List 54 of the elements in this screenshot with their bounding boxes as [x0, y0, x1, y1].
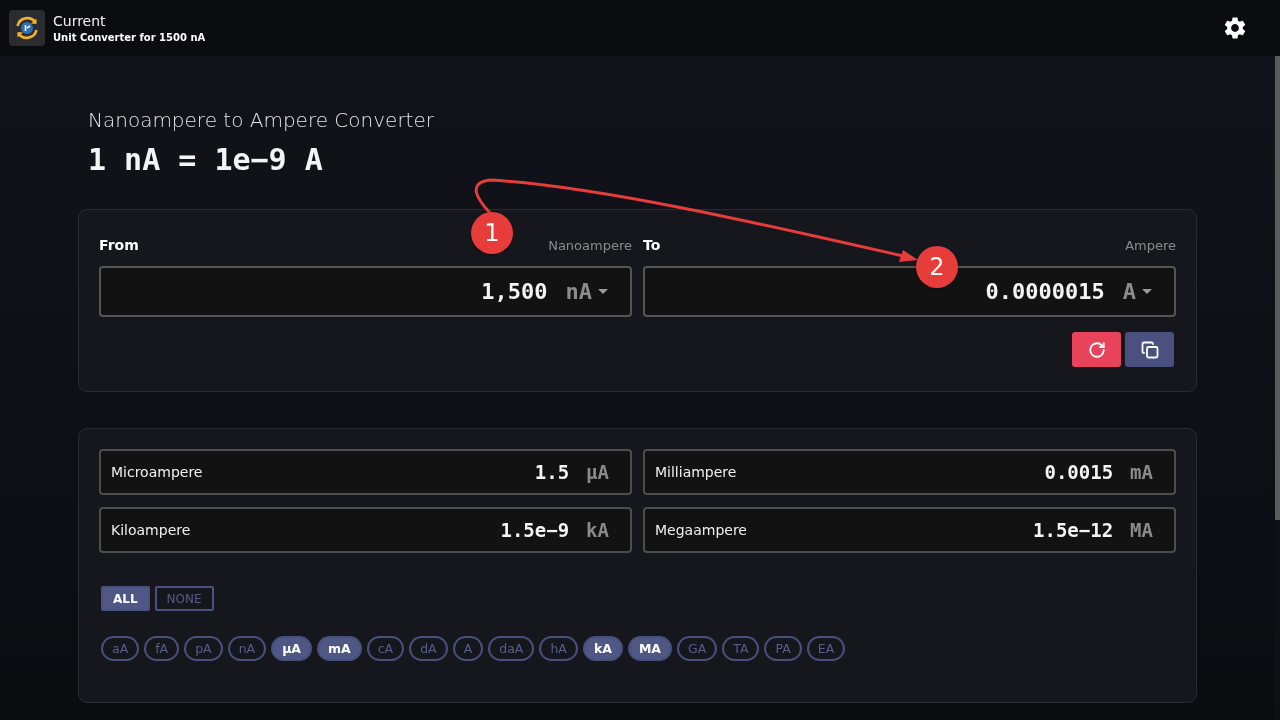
amount-value: 1,500 [481, 279, 548, 304]
logo-icon [9, 10, 45, 46]
app-title: Current [53, 12, 107, 29]
side-label: To [643, 237, 661, 253]
caret-icon [1142, 289, 1152, 294]
unit-chip[interactable]: TA [722, 636, 760, 661]
filter-button[interactable]: ALL [101, 586, 150, 611]
unit-chip[interactable]: cA [366, 636, 405, 661]
converter-title: Nanoampere to Ampere Converter [88, 107, 435, 134]
unit-symbol: µA [586, 461, 609, 483]
unit-chip[interactable]: GA [677, 636, 718, 661]
unit-chip[interactable]: nA [227, 636, 267, 661]
result-value: 1.5e−12 [1033, 519, 1114, 541]
unit-symbol: MA [1130, 519, 1153, 541]
amount-value: 0.0000015 [985, 279, 1105, 304]
caret-icon [598, 289, 608, 294]
unit-name: Ampere [1125, 238, 1176, 253]
side-label: From [99, 237, 139, 253]
filter-button[interactable]: NONE [154, 586, 214, 611]
settings-button[interactable] [1222, 15, 1248, 41]
unit-chip[interactable]: mA [317, 636, 362, 661]
unit-chip[interactable]: EA [806, 636, 846, 661]
unit-name: Microampere [111, 464, 204, 480]
unit-symbol: mA [1130, 461, 1153, 483]
result-value: 1.5 [534, 461, 570, 483]
unit-chip[interactable]: hA [539, 636, 578, 661]
amount-field[interactable]: 1,500 nA [99, 266, 632, 317]
unit-chip[interactable]: fA [144, 636, 180, 661]
scrollbar-thumb[interactable] [1275, 56, 1280, 520]
unit-chip[interactable]: PA [764, 636, 802, 661]
unit-chip[interactable]: dA [409, 636, 448, 661]
unit-chip[interactable]: daA [488, 636, 535, 661]
copy-icon [1140, 340, 1159, 359]
unit-chip[interactable]: A [452, 636, 484, 661]
unit-name: Megaampere [655, 522, 748, 538]
unit-select[interactable]: nA [565, 279, 608, 304]
unit-symbol: kA [586, 519, 609, 541]
copy-button[interactable] [1125, 332, 1174, 367]
unit-name: Kiloampere [111, 522, 192, 538]
unit-select[interactable]: A [1122, 279, 1152, 304]
refresh-icon [1087, 340, 1106, 359]
unit-chip[interactable]: MA [627, 636, 672, 661]
result-value: 0.0015 [1044, 461, 1114, 483]
settings-icon [1222, 15, 1248, 41]
unit-chip[interactable]: kA [582, 636, 623, 661]
unit-name: Nanoampere [548, 238, 632, 253]
unit-chip[interactable]: pA [184, 636, 223, 661]
unit-name: Milliampere [655, 464, 738, 480]
conversion-formula: 1 nA = 1e−9 A [88, 142, 324, 178]
app-subtitle: Unit Converter for 1500 nA [53, 31, 207, 44]
reset-button[interactable] [1072, 332, 1121, 367]
unit-chip[interactable]: µA [271, 636, 313, 661]
result-value: 1.5e−9 [500, 519, 570, 541]
unit-chip[interactable]: aA [101, 636, 140, 661]
